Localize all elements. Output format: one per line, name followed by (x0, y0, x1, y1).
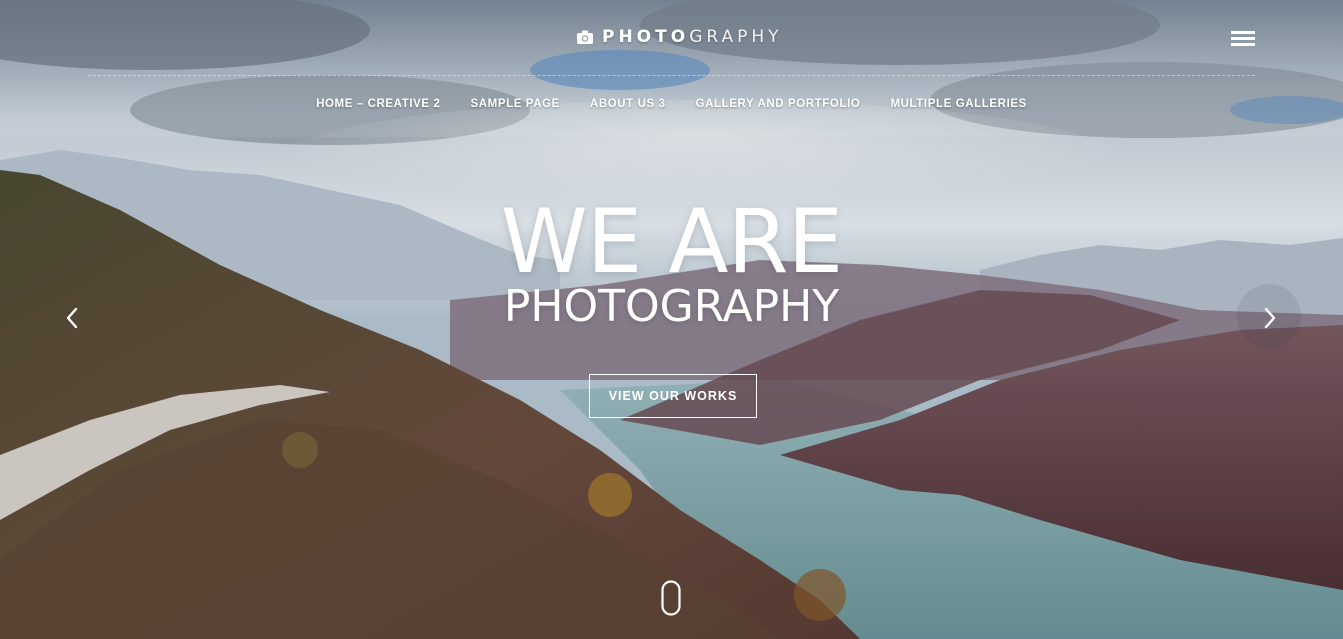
logo-text-light: GRAPHY (689, 27, 783, 47)
site-header (0, 0, 1343, 137)
hero-slider: PHOTO GRAPHY HOME – CREATIVE 2 SAMPLE PAG… (0, 0, 1343, 639)
logo-text-bold: PHOTO (602, 27, 690, 47)
hamburger-menu-icon[interactable] (1229, 30, 1257, 48)
hero-headline: WE ARE (500, 190, 844, 293)
mouse-scroll-icon[interactable] (661, 580, 681, 616)
nav-item-multiple-galleries[interactable]: MULTIPLE GALLERIES (890, 98, 1026, 110)
slider-next-button[interactable] (1237, 284, 1301, 348)
view-our-works-button[interactable]: VIEW OUR WORKS (589, 374, 757, 418)
chevron-right-icon (1264, 307, 1276, 329)
site-logo[interactable]: PHOTO GRAPHY (576, 26, 783, 48)
nav-item-home-creative-2[interactable]: HOME – CREATIVE 2 (316, 98, 440, 110)
main-navigation: HOME – CREATIVE 2 SAMPLE PAGE ABOUT US 3… (0, 98, 1343, 110)
nav-item-about-us-3[interactable]: ABOUT US 3 (590, 98, 666, 110)
hero-subheadline: PHOTOGRAPHY (503, 281, 840, 332)
chevron-left-icon (66, 307, 78, 329)
slider-prev-button[interactable] (42, 288, 102, 348)
nav-item-gallery-and-portfolio[interactable]: GALLERY AND PORTFOLIO (696, 98, 861, 110)
nav-item-sample-page[interactable]: SAMPLE PAGE (470, 98, 559, 110)
camera-icon (577, 30, 593, 44)
header-divider (88, 75, 1255, 76)
